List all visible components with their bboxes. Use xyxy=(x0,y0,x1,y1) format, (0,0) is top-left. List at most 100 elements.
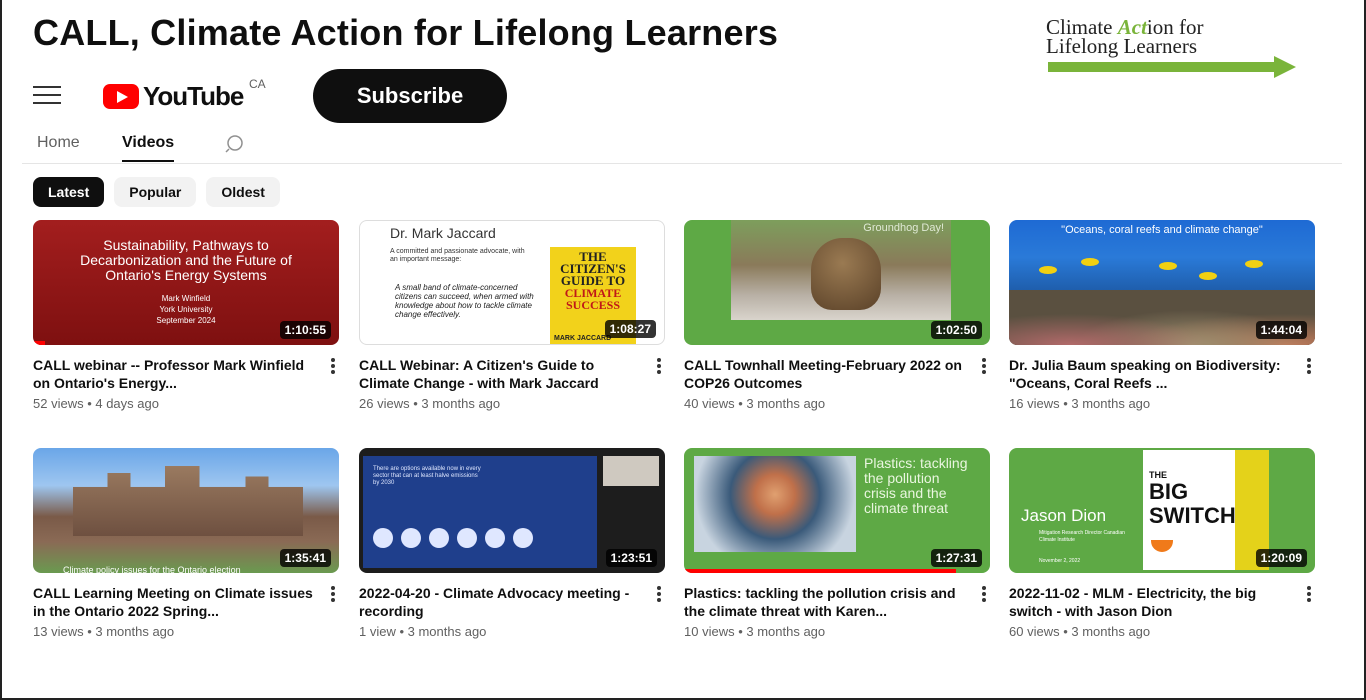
call-logo: Climate Action for Lifelong Learners xyxy=(1046,17,1296,82)
more-options-icon[interactable] xyxy=(1307,358,1311,374)
book-author: MARK JACCARD xyxy=(554,335,612,342)
tab-videos[interactable]: Videos xyxy=(122,134,175,162)
thumb-org: York University xyxy=(159,305,213,314)
video-meta: 13 views • 3 months ago xyxy=(33,624,175,639)
thumb-role: Mitigation Research Director Canadian Cl… xyxy=(1039,530,1125,543)
logo-arrow-icon xyxy=(1048,56,1296,78)
video-card[interactable]: There are options available now in every… xyxy=(359,448,667,639)
groundhog-photo xyxy=(731,220,951,320)
video-title[interactable]: 2022-11-02 - MLM - Electricity, the big … xyxy=(1009,584,1289,620)
video-meta: 16 views • 3 months ago xyxy=(1009,396,1151,411)
video-title[interactable]: CALL Webinar: A Citizen's Guide to Clima… xyxy=(359,356,639,392)
fish-image xyxy=(1039,266,1057,274)
video-meta: 40 views • 3 months ago xyxy=(684,396,826,411)
video-title[interactable]: 2022-04-20 - Climate Advocacy meeting - … xyxy=(359,584,639,620)
video-meta: 26 views • 3 months ago xyxy=(359,396,501,411)
video-card[interactable]: Climate policy issues for the Ontario el… xyxy=(33,448,341,639)
chip-popular[interactable]: Popular xyxy=(114,177,197,207)
more-options-icon[interactable] xyxy=(982,358,986,374)
more-options-icon[interactable] xyxy=(657,586,661,602)
youtube-wordmark: YouTube xyxy=(143,80,244,111)
video-title[interactable]: CALL webinar -- Professor Mark Winfield … xyxy=(33,356,313,392)
video-title[interactable]: CALL Townhall Meeting-February 2022 on C… xyxy=(684,356,964,392)
search-icon[interactable] xyxy=(224,134,246,154)
transport-icon xyxy=(513,528,533,548)
video-thumbnail[interactable]: "Oceans, coral reefs and climate change"… xyxy=(1009,220,1315,345)
page-title: CALL, Climate Action for Lifelong Learne… xyxy=(33,12,779,53)
video-thumbnail[interactable]: Sustainability, Pathways to Decarbonizat… xyxy=(33,220,339,345)
thumb-text: Plastics: tackling the pollution crisis … xyxy=(864,455,968,516)
subscribe-button[interactable]: Subscribe xyxy=(313,69,507,123)
book-title-text: BIG SWITCH xyxy=(1149,479,1236,528)
watch-progress xyxy=(33,341,46,345)
thumb-presenter: Mark Winfield xyxy=(161,294,211,303)
more-options-icon[interactable] xyxy=(982,586,986,602)
more-options-icon[interactable] xyxy=(331,586,335,602)
more-options-icon[interactable] xyxy=(1307,586,1311,602)
presentation-slide: There are options available now in every… xyxy=(363,456,597,568)
tab-home[interactable]: Home xyxy=(37,134,80,160)
buildings-icon xyxy=(485,528,505,548)
video-thumbnail[interactable]: Groundhog Day! 1:02:50 xyxy=(684,220,990,345)
slide-icon-row xyxy=(373,528,533,548)
more-options-icon[interactable] xyxy=(657,358,661,374)
thumb-caption: Groundhog Day! xyxy=(863,222,944,234)
book-top-text: THE CITIZEN'S GUIDE TO xyxy=(560,249,626,288)
video-card[interactable]: Plastics: tackling the pollution crisis … xyxy=(684,448,992,639)
video-thumbnail[interactable]: Plastics: tackling the pollution crisis … xyxy=(684,448,990,573)
video-thumbnail[interactable]: Climate policy issues for the Ontario el… xyxy=(33,448,339,573)
video-duration: 1:35:41 xyxy=(279,549,331,567)
video-duration: 1:27:31 xyxy=(930,549,982,567)
youtube-logo[interactable]: YouTube xyxy=(103,80,244,111)
sort-chips: Latest Popular Oldest xyxy=(33,177,280,207)
fish-image xyxy=(1199,272,1217,280)
video-title[interactable]: Plastics: tackling the pollution crisis … xyxy=(684,584,964,620)
slide-text: There are options available now in every… xyxy=(373,466,481,486)
thumb-name: Jason Dion xyxy=(1021,506,1107,525)
plastics-hand-image xyxy=(694,456,856,552)
book-mid-text: CLIMATE SUCCESS xyxy=(564,286,622,312)
fish-image xyxy=(1245,260,1263,268)
video-card[interactable]: "Oceans, coral reefs and climate change"… xyxy=(1009,220,1317,411)
thumb-caption: Climate policy issues for the Ontario el… xyxy=(63,565,241,573)
video-thumbnail[interactable]: Dr. Mark Jaccard A committed and passion… xyxy=(359,220,665,345)
video-thumbnail[interactable]: There are options available now in every… xyxy=(359,448,665,573)
legislature-building-image xyxy=(73,466,303,536)
more-options-icon[interactable] xyxy=(331,358,335,374)
thumb-caption: "Oceans, coral reefs and climate change" xyxy=(1061,224,1263,236)
thumb-headline: Sustainability, Pathways to Decarbonizat… xyxy=(80,237,292,283)
video-duration: 1:23:51 xyxy=(605,549,657,567)
video-meta: 60 views • 3 months ago xyxy=(1009,624,1151,639)
book-cover: THE BIG SWITCH xyxy=(1143,450,1269,570)
chip-latest[interactable]: Latest xyxy=(33,177,105,207)
video-duration: 1:10:55 xyxy=(279,321,331,339)
industry-icon xyxy=(429,528,449,548)
logo-line-2: Lifelong Learners xyxy=(1046,34,1198,58)
video-duration: 1:44:04 xyxy=(1255,321,1307,339)
watch-progress xyxy=(684,569,957,573)
video-title[interactable]: Dr. Julia Baum speaking on Biodiversity:… xyxy=(1009,356,1289,392)
webcam-feed xyxy=(603,456,659,486)
video-card[interactable]: Groundhog Day! 1:02:50 CALL Townhall Mee… xyxy=(684,220,992,411)
energy-icon xyxy=(373,528,393,548)
fish-image xyxy=(1081,258,1099,266)
video-card[interactable]: Dr. Mark Jaccard A committed and passion… xyxy=(359,220,667,411)
video-meta: 10 views • 3 months ago xyxy=(684,624,826,639)
chip-oldest[interactable]: Oldest xyxy=(206,177,280,207)
video-card[interactable]: Jason Dion Mitigation Research Director … xyxy=(1009,448,1317,639)
video-meta: 1 view • 3 months ago xyxy=(359,624,487,639)
menu-icon[interactable] xyxy=(33,86,61,104)
video-title[interactable]: CALL Learning Meeting on Climate issues … xyxy=(33,584,313,620)
thumb-quote: A small band of climate-concerned citize… xyxy=(395,283,534,319)
groundhog-image xyxy=(811,238,881,310)
channel-tabs: Home Videos xyxy=(22,130,1342,164)
video-card[interactable]: Sustainability, Pathways to Decarbonizat… xyxy=(33,220,341,411)
book-title: THE BIG SWITCH xyxy=(1149,470,1269,528)
thumb-name: Dr. Mark Jaccard xyxy=(390,225,496,241)
video-thumbnail[interactable]: Jason Dion Mitigation Research Director … xyxy=(1009,448,1315,573)
urban-icon xyxy=(457,528,477,548)
thumb-date: November 2, 2022 xyxy=(1039,558,1081,564)
video-duration: 1:02:50 xyxy=(930,321,982,339)
land-use-icon xyxy=(401,528,421,548)
video-duration: 1:20:09 xyxy=(1255,549,1307,567)
